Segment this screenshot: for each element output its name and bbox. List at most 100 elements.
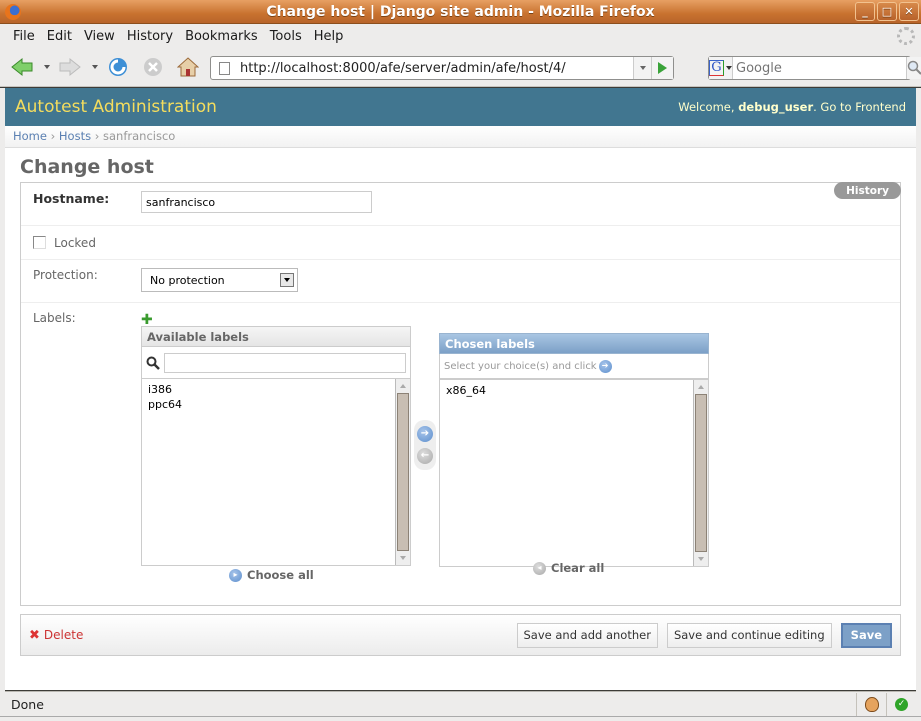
menu-view[interactable]: View [79, 29, 120, 44]
list-item[interactable]: ppc64 [148, 397, 404, 412]
magnifier-icon [907, 60, 921, 75]
menu-help[interactable]: Help [309, 29, 349, 44]
window-frame-bottom [0, 716, 921, 721]
back-arrow-icon [11, 57, 33, 77]
clear-all-icon: ◂ [533, 561, 546, 575]
home-button[interactable] [176, 56, 200, 78]
chosen-labels-box: Chosen labels Select your choice(s) and … [439, 333, 709, 567]
go-button[interactable] [651, 57, 673, 79]
site-branding: Autotest Administration [15, 97, 217, 117]
menu-edit[interactable]: Edit [42, 29, 77, 44]
host-form: Hostname: Locked Protection: No protecti… [20, 182, 901, 606]
minimize-button[interactable]: _ [855, 2, 875, 21]
choose-all-icon: ▸ [229, 568, 242, 582]
chosen-help-text: Select your choice(s) and click ➔ [439, 354, 709, 379]
back-history-dropdown[interactable] [44, 65, 50, 69]
back-button[interactable] [10, 56, 34, 78]
breadcrumb: Home › Hosts › sanfrancisco [5, 126, 916, 148]
greasemonkey-icon [864, 696, 879, 712]
chosen-scrollbar[interactable] [693, 380, 708, 566]
available-labels-title: Available labels [141, 326, 411, 347]
chevron-down-icon [280, 273, 294, 287]
protection-row: Protection: No protection [21, 260, 900, 303]
search-input[interactable] [733, 60, 906, 76]
menubar: File Edit View History Bookmarks Tools H… [0, 24, 921, 48]
validation-status[interactable]: ✓ [886, 692, 916, 716]
go-to-frontend-link[interactable]: . Go to Frontend [813, 100, 906, 114]
content: Change host History Hostname: Locked Pro… [5, 148, 916, 662]
delete-link[interactable]: ✖ Delete [29, 628, 83, 643]
maximize-button[interactable]: □ [877, 2, 897, 21]
remove-selected-button[interactable]: ← [417, 448, 433, 464]
breadcrumb-current: sanfrancisco [103, 129, 176, 143]
url-bar[interactable]: http://localhost:8000/afe/server/admin/a… [210, 56, 674, 80]
choose-all-label: Choose all [247, 568, 314, 582]
save-button[interactable]: Save [840, 622, 892, 648]
labels-selector: ✚ Available labels i386 ppc64 ➔ ← Chosen… [141, 311, 841, 601]
forward-history-dropdown[interactable] [92, 65, 98, 69]
page-viewport: Autotest Administration Welcome, debug_u… [5, 88, 916, 690]
hostname-label: Hostname: [33, 191, 110, 206]
right-arrow-icon: ➔ [598, 359, 612, 373]
menu-bookmarks[interactable]: Bookmarks [180, 29, 263, 44]
menu-tools[interactable]: Tools [265, 29, 307, 44]
username: debug_user [738, 100, 814, 114]
breadcrumb-separator: › [50, 129, 56, 143]
protection-label: Protection: [33, 268, 98, 282]
stop-button[interactable] [141, 56, 165, 78]
menu-file[interactable]: File [8, 29, 40, 44]
list-item[interactable]: x86_64 [446, 383, 702, 398]
user-tools: Welcome, debug_user. Go to Frontend [678, 100, 906, 114]
available-filter-input[interactable] [164, 352, 406, 373]
breadcrumb-home[interactable]: Home [13, 129, 47, 143]
check-icon: ✓ [895, 697, 908, 711]
page-icon [219, 61, 230, 75]
page-title: Change host [20, 156, 154, 178]
firefox-icon [5, 4, 21, 20]
breadcrumb-separator: › [94, 129, 100, 143]
save-and-add-another-button[interactable]: Save and add another [516, 622, 658, 648]
available-scrollbar[interactable] [395, 379, 410, 565]
choose-all-link[interactable]: ▸ Choose all [229, 568, 314, 582]
greasemonkey-status[interactable] [856, 692, 886, 716]
forward-button[interactable] [58, 56, 82, 78]
url-history-dropdown[interactable] [633, 57, 651, 79]
stop-icon [144, 58, 162, 76]
search-engine-selector[interactable]: G [709, 57, 733, 79]
go-arrow-icon [658, 62, 667, 74]
save-and-continue-button[interactable]: Save and continue editing [666, 622, 832, 648]
submit-buttons: Save and add another Save and continue e… [516, 622, 892, 648]
hostname-input[interactable] [141, 191, 372, 213]
locked-checkbox[interactable] [33, 236, 46, 249]
throbber-icon [897, 27, 915, 45]
google-icon: G [709, 60, 724, 76]
breadcrumb-hosts[interactable]: Hosts [59, 129, 91, 143]
submit-row: ✖ Delete Save and add another Save and c… [20, 614, 901, 656]
available-labels-box: Available labels i386 ppc64 [141, 326, 411, 566]
selector-move-buttons: ➔ ← [414, 420, 436, 470]
labels-label: Labels: [33, 311, 76, 325]
chosen-help-label: Select your choice(s) and click [444, 360, 597, 372]
list-item[interactable]: i386 [148, 382, 404, 397]
forward-arrow-icon [59, 57, 81, 77]
statusbar: Done ✓ [5, 691, 916, 716]
url-text[interactable]: http://localhost:8000/afe/server/admin/a… [240, 61, 633, 76]
welcome-text: Welcome, [678, 100, 739, 114]
add-label-icon[interactable]: ✚ [141, 313, 153, 327]
clear-all-link[interactable]: ◂ Clear all [533, 561, 604, 575]
status-text: Done [11, 696, 44, 712]
protection-selected-value: No protection [150, 273, 225, 287]
delete-icon: ✖ [29, 627, 40, 643]
add-selected-button[interactable]: ➔ [417, 426, 433, 442]
reload-button[interactable] [106, 56, 130, 78]
protection-select[interactable]: No protection [141, 268, 298, 292]
labels-row: Labels: ✚ Available labels i386 ppc64 ➔ … [21, 303, 900, 605]
chosen-labels-list[interactable]: x86_64 [439, 379, 709, 567]
close-button[interactable]: ✕ [899, 2, 919, 21]
menu-history[interactable]: History [122, 29, 178, 44]
search-button[interactable] [906, 57, 921, 79]
search-bar: G [708, 56, 921, 80]
chosen-labels-title: Chosen labels [439, 333, 709, 354]
window-controls: _ □ ✕ [855, 2, 919, 21]
available-labels-list[interactable]: i386 ppc64 [141, 378, 411, 566]
